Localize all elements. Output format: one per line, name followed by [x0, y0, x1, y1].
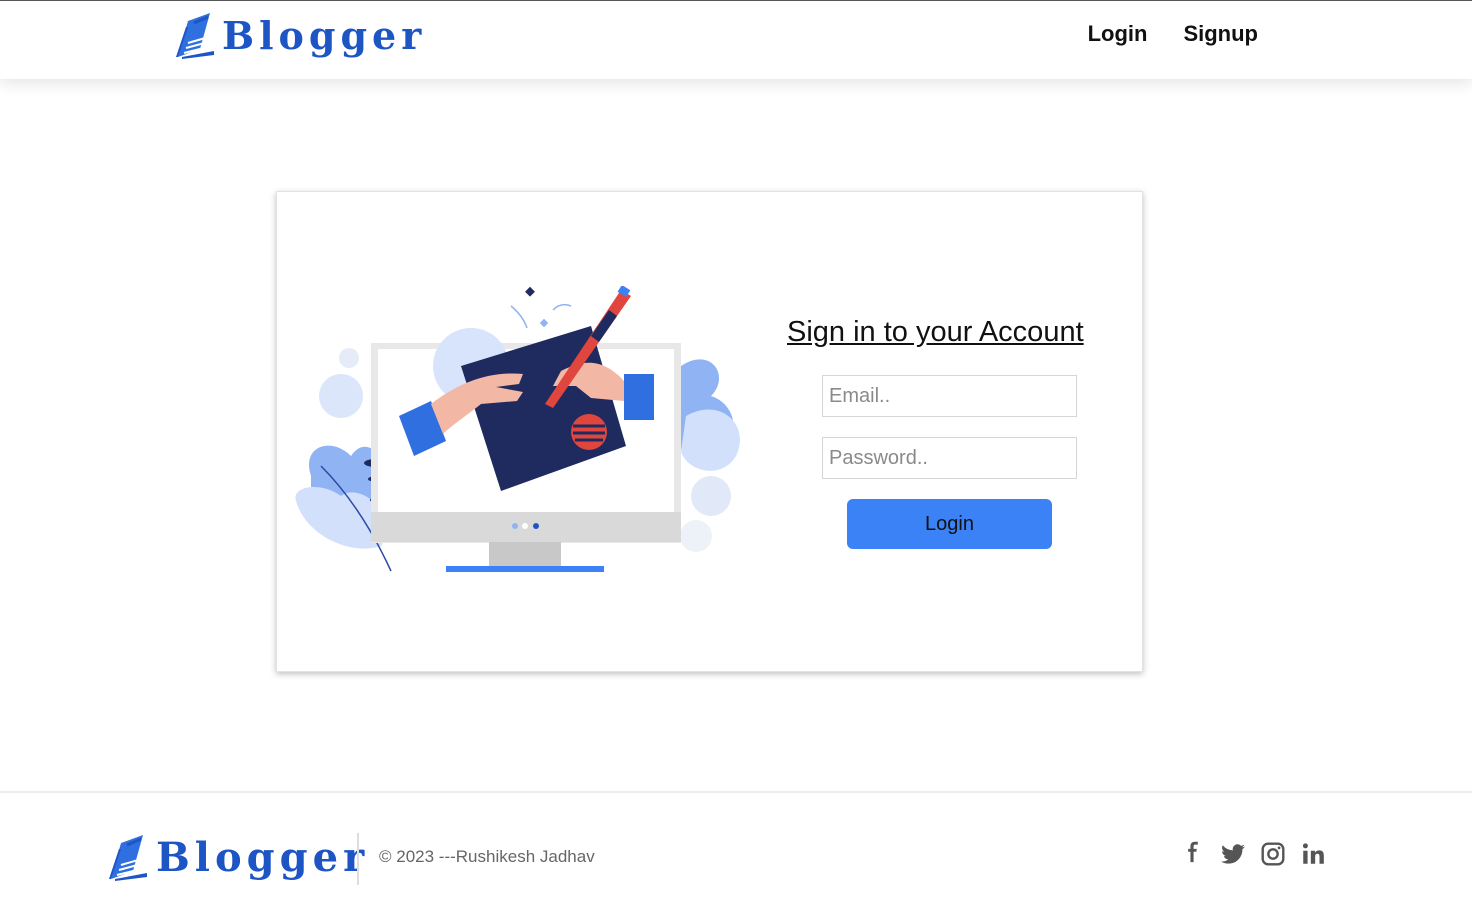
navbar: Blogger Login Signup	[0, 0, 1472, 79]
brand-name: Blogger	[222, 12, 427, 58]
instagram-icon[interactable]	[1260, 841, 1286, 867]
login-button[interactable]: Login	[847, 499, 1052, 549]
footer-brand-name: Blogger	[156, 833, 370, 881]
linkedin-icon[interactable]	[1300, 841, 1326, 867]
footer: Blogger © 2023 ---Rushikesh Jadhav	[0, 791, 1472, 901]
footer-brand-logo[interactable]: Blogger	[107, 833, 369, 881]
twitter-icon[interactable]	[1220, 841, 1246, 867]
nav-signup-link[interactable]: Signup	[1183, 21, 1258, 47]
form-title: Sign in to your Account	[787, 316, 1084, 348]
copyright-text: © 2023 ---Rushikesh Jadhav	[379, 847, 595, 866]
nav-login-link[interactable]: Login	[1088, 21, 1148, 47]
brand-logo[interactable]: Blogger	[174, 11, 426, 59]
book-icon	[176, 13, 214, 59]
login-card: Sign in to your Account Login	[276, 191, 1143, 672]
writing-illustration	[295, 286, 740, 572]
password-input[interactable]	[822, 437, 1077, 479]
book-icon	[109, 835, 147, 881]
social-links	[1180, 841, 1326, 867]
footer-divider	[357, 833, 359, 885]
email-input[interactable]	[822, 375, 1077, 417]
nav-links: Login Signup	[1088, 21, 1258, 47]
facebook-icon[interactable]	[1180, 841, 1206, 867]
